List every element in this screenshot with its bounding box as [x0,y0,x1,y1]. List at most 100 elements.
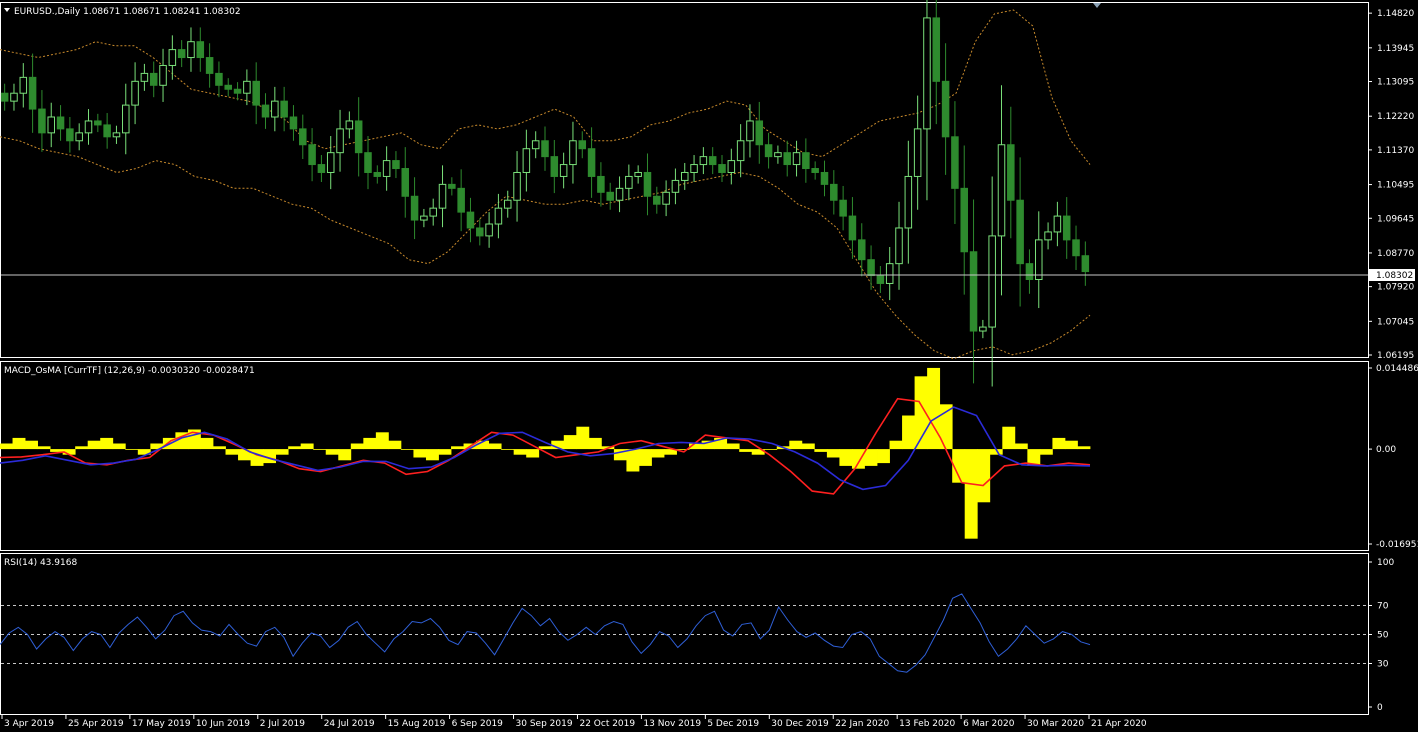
histogram-bar [764,449,778,450]
candle-body [895,227,903,265]
candle-body [429,207,437,217]
candle-body [494,207,503,225]
candle-body [122,104,130,134]
candle-body [569,140,577,166]
candle-body [1053,215,1062,233]
histogram-bar [100,437,114,450]
time-tick-label: 5 Dec 2019 [707,719,759,729]
rsi-tick-label: 70 [1377,602,1389,612]
candle-body [140,72,149,82]
candle-body [848,215,857,241]
histogram-bar [864,449,878,466]
candle-body [392,160,400,170]
rsi-tick-label: 50 [1377,631,1389,641]
candle-body [615,187,624,201]
time-tick-label: 6 Mar 2020 [963,719,1015,729]
candle-body [531,140,540,150]
histogram-bar [225,449,239,455]
time-tick-label: 2 Jul 2019 [260,719,305,729]
time-tick-label: 10 Jun 2019 [196,719,250,729]
histogram-bar [1052,437,1066,450]
candle-body [1007,144,1015,201]
candle-body [718,164,726,173]
candle-body [448,183,456,189]
candle-body [168,49,177,66]
candle-body [839,199,847,217]
candle-body [550,156,559,177]
histogram-bar [75,446,89,450]
candle-body [941,80,950,138]
candle-body [299,128,307,146]
histogram-bar [451,446,464,450]
histogram-bar [814,449,828,452]
price-tick-label: 1.06195 [1377,351,1414,361]
histogram-bar [1039,449,1053,455]
candle-body [802,152,810,170]
histogram-bar [651,449,665,458]
time-tick-label: 15 Aug 2019 [388,719,446,729]
candle-body [522,148,531,173]
trading-chart[interactable]: EURUSD.,Daily 1.08671 1.08671 1.08241 1.… [0,0,1418,732]
time-tick-label: 24 Jul 2019 [324,719,375,729]
candle-body [913,128,922,177]
candle-body [643,171,652,197]
histogram-bar [125,449,139,450]
candle-body [131,80,139,106]
price-tick-label: 1.14820 [1377,9,1414,19]
histogram-bar [877,449,890,464]
candle-body [75,132,83,142]
histogram-bar [1002,426,1016,450]
candle-body [1081,255,1090,273]
candle-body [792,152,801,166]
candle-body [187,41,195,59]
time-tick-label: 30 Mar 2020 [1027,719,1084,729]
histogram-bar [37,446,51,450]
candle-body [215,72,223,86]
candle-body [699,156,708,166]
histogram-bar [300,443,314,450]
candle-body [205,57,214,74]
candle-body [783,152,791,166]
candle-body [364,152,372,173]
candle-body [680,171,689,181]
candle-body [997,144,1006,237]
histogram-bar [400,449,414,450]
candle-body [345,120,354,130]
rsi-tick-label: 30 [1377,660,1389,670]
histogram-bar [726,443,740,450]
candle-body [10,92,18,102]
candle-body [271,100,279,118]
time-tick-label: 21 Apr 2020 [1091,719,1147,729]
histogram-bar [438,449,452,455]
time-tick-label: 30 Sep 2019 [516,719,573,729]
candle-body [541,140,549,158]
histogram-bar [1077,446,1091,450]
histogram-bar [789,440,803,450]
candle-body [932,17,941,82]
candle-body [653,195,661,205]
candle-body [196,41,205,59]
candle-body [1072,239,1080,257]
candle-body [736,140,745,162]
price-tick-label: 1.08770 [1377,249,1414,259]
candle-body [382,160,391,177]
time-tick-label: 13 Nov 2019 [643,719,701,729]
candle-body [587,148,596,177]
histogram-bar [25,440,38,450]
price-panel-title: EURUSD.,Daily 1.08671 1.08671 1.08241 1.… [14,7,241,17]
histogram-bar [851,449,865,469]
histogram-bar [425,449,439,461]
candle-body [671,179,680,193]
candle-body [960,187,968,253]
candle-body [336,128,344,154]
histogram-bar [626,449,640,472]
candle-body [159,64,167,86]
histogram-bar [350,443,364,450]
histogram-bar [12,437,26,450]
candle-body [876,275,885,284]
candle-body [746,120,754,142]
time-tick-label: 30 Dec 2019 [771,719,829,729]
candle-body [708,156,717,166]
price-tick-label: 1.12220 [1377,112,1414,122]
price-tick-label: 1.11370 [1377,146,1414,156]
